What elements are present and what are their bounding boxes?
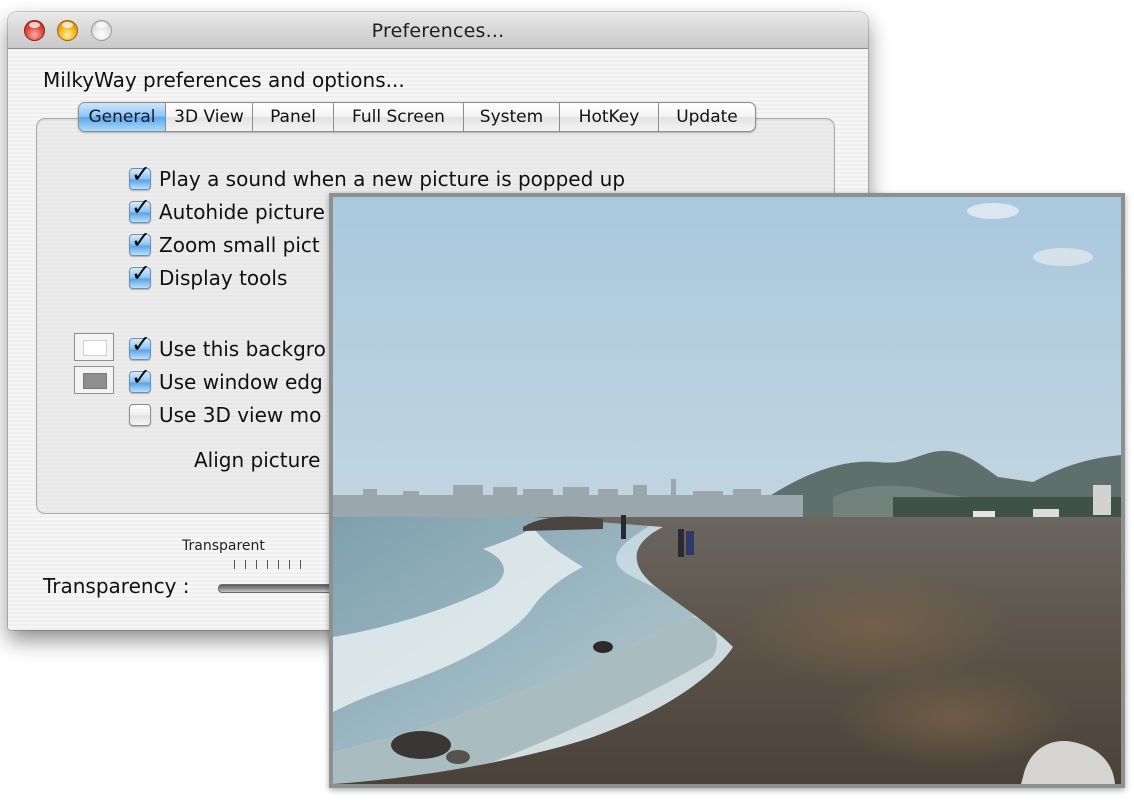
tab-update[interactable]: Update bbox=[659, 103, 755, 131]
check-icon: ✓ bbox=[131, 259, 152, 287]
check-icon: ✓ bbox=[131, 193, 152, 221]
background-color-swatch bbox=[83, 340, 107, 356]
check-icon: ✓ bbox=[131, 330, 152, 358]
tick-mark bbox=[300, 560, 301, 569]
rock bbox=[391, 731, 451, 759]
cloud bbox=[967, 203, 1019, 219]
use-3d-view-label: Use 3D view mo bbox=[159, 403, 322, 427]
transparent-scale-label: Transparent bbox=[182, 538, 265, 554]
option-use-background[interactable]: ✓ Use this backgro bbox=[129, 332, 326, 363]
transparency-ticks bbox=[234, 560, 301, 569]
person bbox=[686, 531, 694, 555]
option-zoom-small-pictures[interactable]: ✓ Zoom small pict bbox=[129, 228, 320, 259]
rock bbox=[593, 641, 613, 653]
preferences-heading: MilkyWay preferences and options... bbox=[43, 68, 405, 92]
option-display-tools[interactable]: ✓ Display tools bbox=[129, 261, 288, 292]
tick-mark bbox=[278, 560, 279, 569]
tick-mark bbox=[234, 560, 235, 569]
autohide-label: Autohide picture bbox=[159, 200, 325, 224]
tab-3d-view[interactable]: 3D View bbox=[166, 103, 253, 131]
window-edge-color-swatch bbox=[83, 373, 107, 389]
check-icon: ✓ bbox=[131, 160, 152, 188]
use-window-edge-label: Use window edg bbox=[159, 370, 323, 394]
title-bar[interactable]: Preferences... bbox=[8, 12, 868, 49]
beach-photo-image bbox=[333, 197, 1121, 784]
tick-mark bbox=[245, 560, 246, 569]
tick-mark bbox=[256, 560, 257, 569]
tick-mark bbox=[289, 560, 290, 569]
tab-bar: General 3D View Panel Full Screen System… bbox=[78, 102, 756, 132]
use-window-edge-checkbox[interactable]: ✓ bbox=[129, 365, 151, 393]
tab-panel[interactable]: Panel bbox=[253, 103, 334, 131]
option-use-3d-view[interactable]: Use 3D view mo bbox=[129, 401, 321, 429]
tab-system[interactable]: System bbox=[464, 103, 560, 131]
display-tools-checkbox[interactable]: ✓ bbox=[129, 261, 151, 289]
display-tools-label: Display tools bbox=[159, 266, 288, 290]
use-background-label: Use this backgro bbox=[159, 337, 326, 361]
cloud bbox=[1033, 248, 1093, 266]
zoom-small-label: Zoom small pict bbox=[159, 233, 320, 257]
zoom-small-checkbox[interactable]: ✓ bbox=[129, 228, 151, 256]
transparency-label: Transparency : bbox=[43, 574, 190, 598]
use-background-checkbox[interactable]: ✓ bbox=[129, 332, 151, 360]
person bbox=[621, 515, 626, 539]
align-picture-label: Align picture bbox=[194, 448, 321, 472]
tick-mark bbox=[267, 560, 268, 569]
picture-popup[interactable] bbox=[329, 193, 1125, 788]
check-icon: ✓ bbox=[131, 363, 152, 391]
play-sound-checkbox[interactable]: ✓ bbox=[129, 162, 151, 190]
play-sound-label: Play a sound when a new picture is poppe… bbox=[159, 167, 626, 191]
window-edge-color-well[interactable] bbox=[74, 366, 114, 394]
option-use-window-edge[interactable]: ✓ Use window edg bbox=[129, 365, 323, 396]
option-autohide-picture[interactable]: ✓ Autohide picture bbox=[129, 195, 325, 226]
option-play-sound[interactable]: ✓ Play a sound when a new picture is pop… bbox=[129, 162, 626, 193]
check-icon: ✓ bbox=[131, 226, 152, 254]
tab-full-screen[interactable]: Full Screen bbox=[334, 103, 464, 131]
autohide-checkbox[interactable]: ✓ bbox=[129, 195, 151, 223]
person bbox=[678, 529, 684, 557]
window-title: Preferences... bbox=[371, 20, 505, 42]
tab-general[interactable]: General bbox=[79, 103, 166, 131]
use-3d-view-checkbox[interactable] bbox=[129, 404, 151, 426]
background-color-well[interactable] bbox=[74, 333, 114, 361]
tab-hotkey[interactable]: HotKey bbox=[560, 103, 659, 131]
rock bbox=[446, 750, 470, 764]
